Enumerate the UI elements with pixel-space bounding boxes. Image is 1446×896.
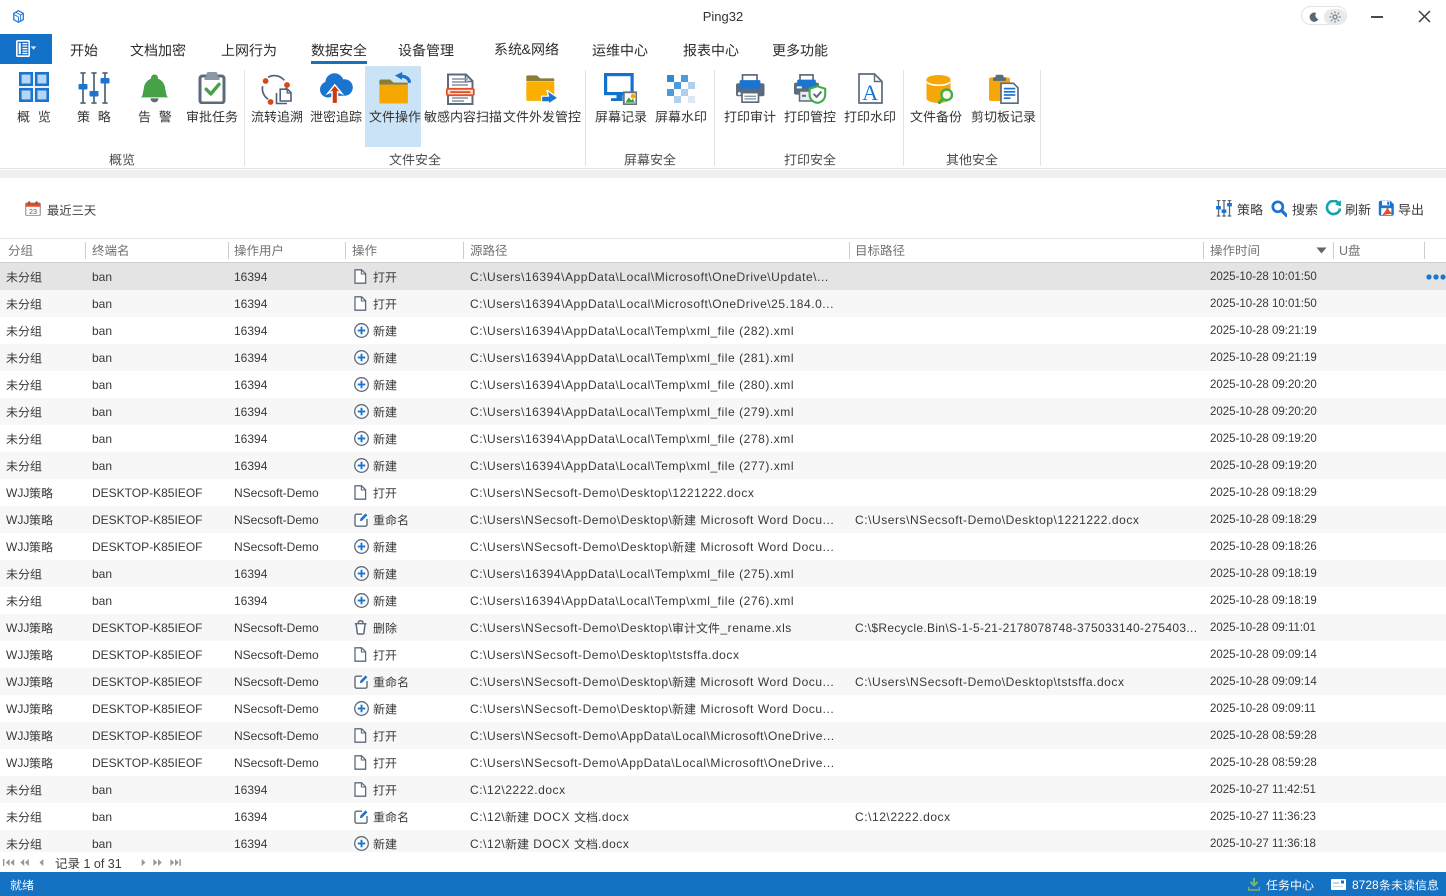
svg-text:A: A — [862, 80, 878, 104]
svg-text:23: 23 — [29, 207, 37, 216]
